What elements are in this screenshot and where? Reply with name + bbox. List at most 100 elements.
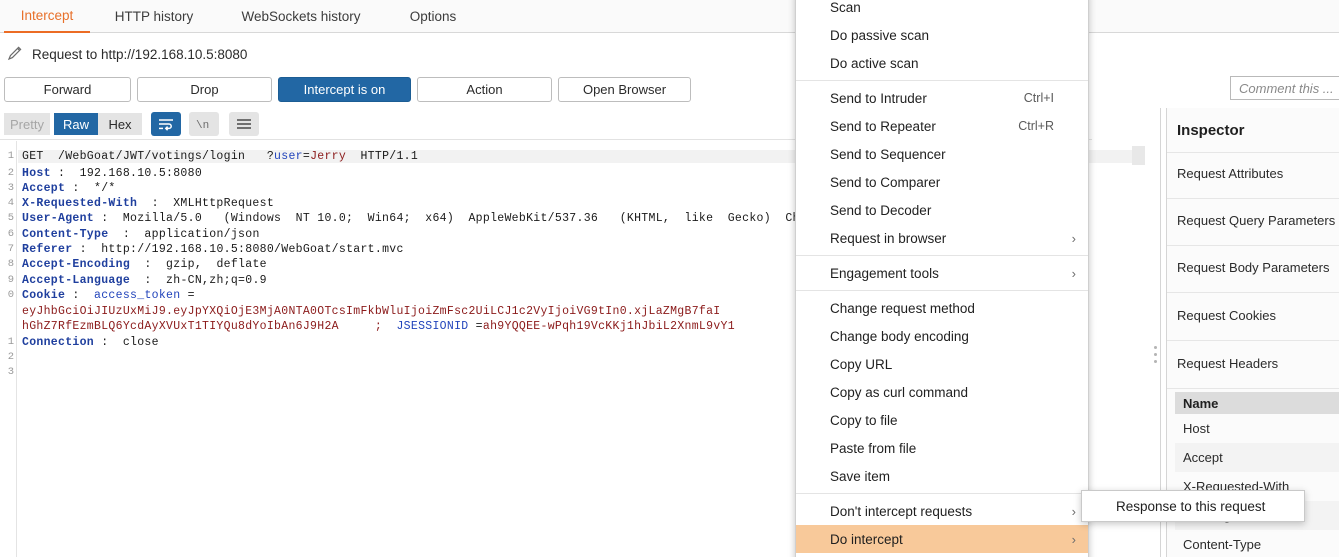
format-raw-button[interactable]: Raw xyxy=(54,113,98,135)
menu-item-send-to-intruder[interactable]: Send to Intruder Ctrl+I xyxy=(796,84,1088,112)
format-hex-button[interactable]: Hex xyxy=(98,113,142,135)
menu-item-do-passive-scan[interactable]: Do passive scan xyxy=(796,21,1088,49)
line-number: 5 xyxy=(7,212,14,224)
code-token: : http://192.168.10.5:8080/WebGoat/start… xyxy=(72,243,404,256)
main-tab-bar: Intercept HTTP history WebSockets history O… xyxy=(0,0,1339,33)
inspector-separator xyxy=(1167,152,1339,153)
inspector-section-request-cookies[interactable]: Request Cookies xyxy=(1177,308,1276,323)
line-number: 7 xyxy=(7,243,14,255)
menu-item-send-to-repeater[interactable]: Send to Repeater Ctrl+R xyxy=(796,112,1088,140)
line-number: 2 xyxy=(7,167,14,179)
context-submenu[interactable]: Response to this request xyxy=(1081,490,1305,522)
inspector-section-request-query-parameters[interactable]: Request Query Parameters xyxy=(1177,213,1335,228)
menu-item-label: Copy as curl command xyxy=(830,384,969,400)
forward-button[interactable]: Forward xyxy=(4,77,131,102)
comment-placeholder: Comment this ... xyxy=(1239,80,1334,96)
menu-item-send-to-sequencer[interactable]: Send to Sequencer xyxy=(796,140,1088,168)
submenu-item-response-to-this-request[interactable]: Response to this request xyxy=(1116,499,1265,514)
header-row[interactable]: Content-Type xyxy=(1175,530,1339,557)
request-line: eyJhbGciOiJIUzUxMiJ9.eyJpYXQiOjE3MjA0NTA… xyxy=(22,305,721,318)
code-token: Accept-Encoding xyxy=(22,258,131,271)
inspector-section-request-attributes[interactable]: Request Attributes xyxy=(1177,166,1283,181)
menu-item-send-to-comparer[interactable]: Send to Comparer xyxy=(796,168,1088,196)
inspector-section-request-headers[interactable]: Request Headers xyxy=(1177,356,1278,371)
menu-item-save-item[interactable]: Save item xyxy=(796,462,1088,490)
menu-separator xyxy=(796,255,1088,256)
inspector-separator xyxy=(1167,340,1339,341)
panel-drag-handle[interactable] xyxy=(1154,346,1158,368)
menu-item-send-to-decoder[interactable]: Send to Decoder xyxy=(796,196,1088,224)
inspector-separator xyxy=(1167,388,1339,389)
code-token: Jerry xyxy=(310,150,347,163)
menu-item-label: Paste from file xyxy=(830,440,917,456)
menu-item-label: Request in browser xyxy=(830,230,947,246)
menu-item-change-body-encoding[interactable]: Change body encoding xyxy=(796,322,1088,350)
code-token: Accept-Language xyxy=(22,274,131,287)
menu-item-do-active-scan[interactable]: Do active scan xyxy=(796,49,1088,77)
context-menu[interactable]: Scan Do passive scan Do active scan Send to… xyxy=(795,0,1089,557)
menu-item-convert-selection: Convert selection› xyxy=(796,553,1088,557)
menu-item-label: Do active scan xyxy=(830,55,919,71)
open-browser-button[interactable]: Open Browser xyxy=(558,77,691,102)
menu-item-change-request-method[interactable]: Change request method xyxy=(796,294,1088,322)
tab-websockets-history[interactable]: WebSockets history xyxy=(222,0,380,33)
code-token: : application/json xyxy=(108,228,260,241)
code-token: JSESSIONID xyxy=(396,320,469,333)
menu-item-copy-to-file[interactable]: Copy to file xyxy=(796,406,1088,434)
comment-input[interactable]: Comment this ... xyxy=(1230,76,1339,100)
line-number: 1 xyxy=(7,150,14,162)
tab-http-history[interactable]: HTTP history xyxy=(98,0,210,33)
tab-intercept[interactable]: Intercept xyxy=(4,0,90,33)
drag-dot xyxy=(1154,353,1157,356)
code-token: = xyxy=(468,320,483,333)
code-token: ah9YQQEE-wPqh19VcKKj1hJbiL2XnmL9vY1 xyxy=(482,320,735,333)
intercept-is-on-button[interactable]: Intercept is on xyxy=(278,77,411,102)
request-line: Accept-Encoding : gzip, deflate xyxy=(22,258,267,271)
request-line: hGhZ7RfEzmBLQ6YcdAyXVUxT1TIYQu8dYoIbAn6J… xyxy=(22,320,735,333)
code-token: hGhZ7RfEzmBLQ6YcdAyXVUxT1TIYQu8dYoIbAn6J… xyxy=(22,320,397,333)
menu-item-label: Copy to file xyxy=(830,412,898,428)
menu-item-copy-as-curl-command[interactable]: Copy as curl command xyxy=(796,378,1088,406)
action-button[interactable]: Action xyxy=(417,77,552,102)
menu-item-shortcut: Ctrl+R xyxy=(1018,119,1054,133)
code-token: : */* xyxy=(65,182,116,195)
menu-item-scan[interactable]: Scan xyxy=(796,0,1088,21)
menu-item-label: Send to Comparer xyxy=(830,174,941,190)
drag-dot xyxy=(1154,346,1157,349)
code-token: Content-Type xyxy=(22,228,109,241)
chevron-right-icon: › xyxy=(1071,265,1076,281)
menu-item-do-intercept[interactable]: Do intercept › xyxy=(796,525,1088,553)
menu-item-label: Send to Decoder xyxy=(830,202,932,218)
inspector-separator xyxy=(1167,292,1339,293)
header-row[interactable]: Host xyxy=(1175,414,1339,443)
menu-item-engagement-tools[interactable]: Engagement tools › xyxy=(796,259,1088,287)
code-token: : gzip, deflate xyxy=(130,258,267,271)
menu-item-don-t-intercept-requests[interactable]: Don't intercept requests › xyxy=(796,497,1088,525)
chevron-right-icon: › xyxy=(1071,230,1076,246)
menu-item-request-in-browser[interactable]: Request in browser › xyxy=(796,224,1088,252)
header-row[interactable]: Accept xyxy=(1175,443,1339,472)
request-line: Referer : http://192.168.10.5:8080/WebGo… xyxy=(22,243,404,256)
request-line: X-Requested-With : XMLHttpRequest xyxy=(22,197,274,210)
tab-options[interactable]: Options xyxy=(392,0,474,33)
menu-hamburger-icon[interactable] xyxy=(229,112,259,136)
menu-separator xyxy=(796,80,1088,81)
menu-item-label: Scan xyxy=(830,0,861,15)
format-pretty-button[interactable]: Pretty xyxy=(4,113,50,135)
inspector-section-request-body-parameters[interactable]: Request Body Parameters xyxy=(1177,260,1329,275)
menu-item-shortcut: Ctrl+I xyxy=(1023,91,1054,105)
newline-icon[interactable]: \n xyxy=(189,112,219,136)
request-line: Host : 192.168.10.5:8080 xyxy=(22,167,202,180)
menu-item-label: Change request method xyxy=(830,300,975,316)
editor-scrollbar-thumb[interactable] xyxy=(1132,146,1145,165)
line-number: 8 xyxy=(7,258,14,270)
code-token: Cookie xyxy=(22,289,66,302)
line-number: 4 xyxy=(7,197,14,209)
word-wrap-icon[interactable] xyxy=(151,112,181,136)
line-number: 3 xyxy=(7,182,14,194)
code-token: = xyxy=(302,150,311,163)
inspector-separator xyxy=(1167,245,1339,246)
menu-item-copy-url[interactable]: Copy URL xyxy=(796,350,1088,378)
drop-button[interactable]: Drop xyxy=(137,77,272,102)
menu-item-paste-from-file[interactable]: Paste from file xyxy=(796,434,1088,462)
